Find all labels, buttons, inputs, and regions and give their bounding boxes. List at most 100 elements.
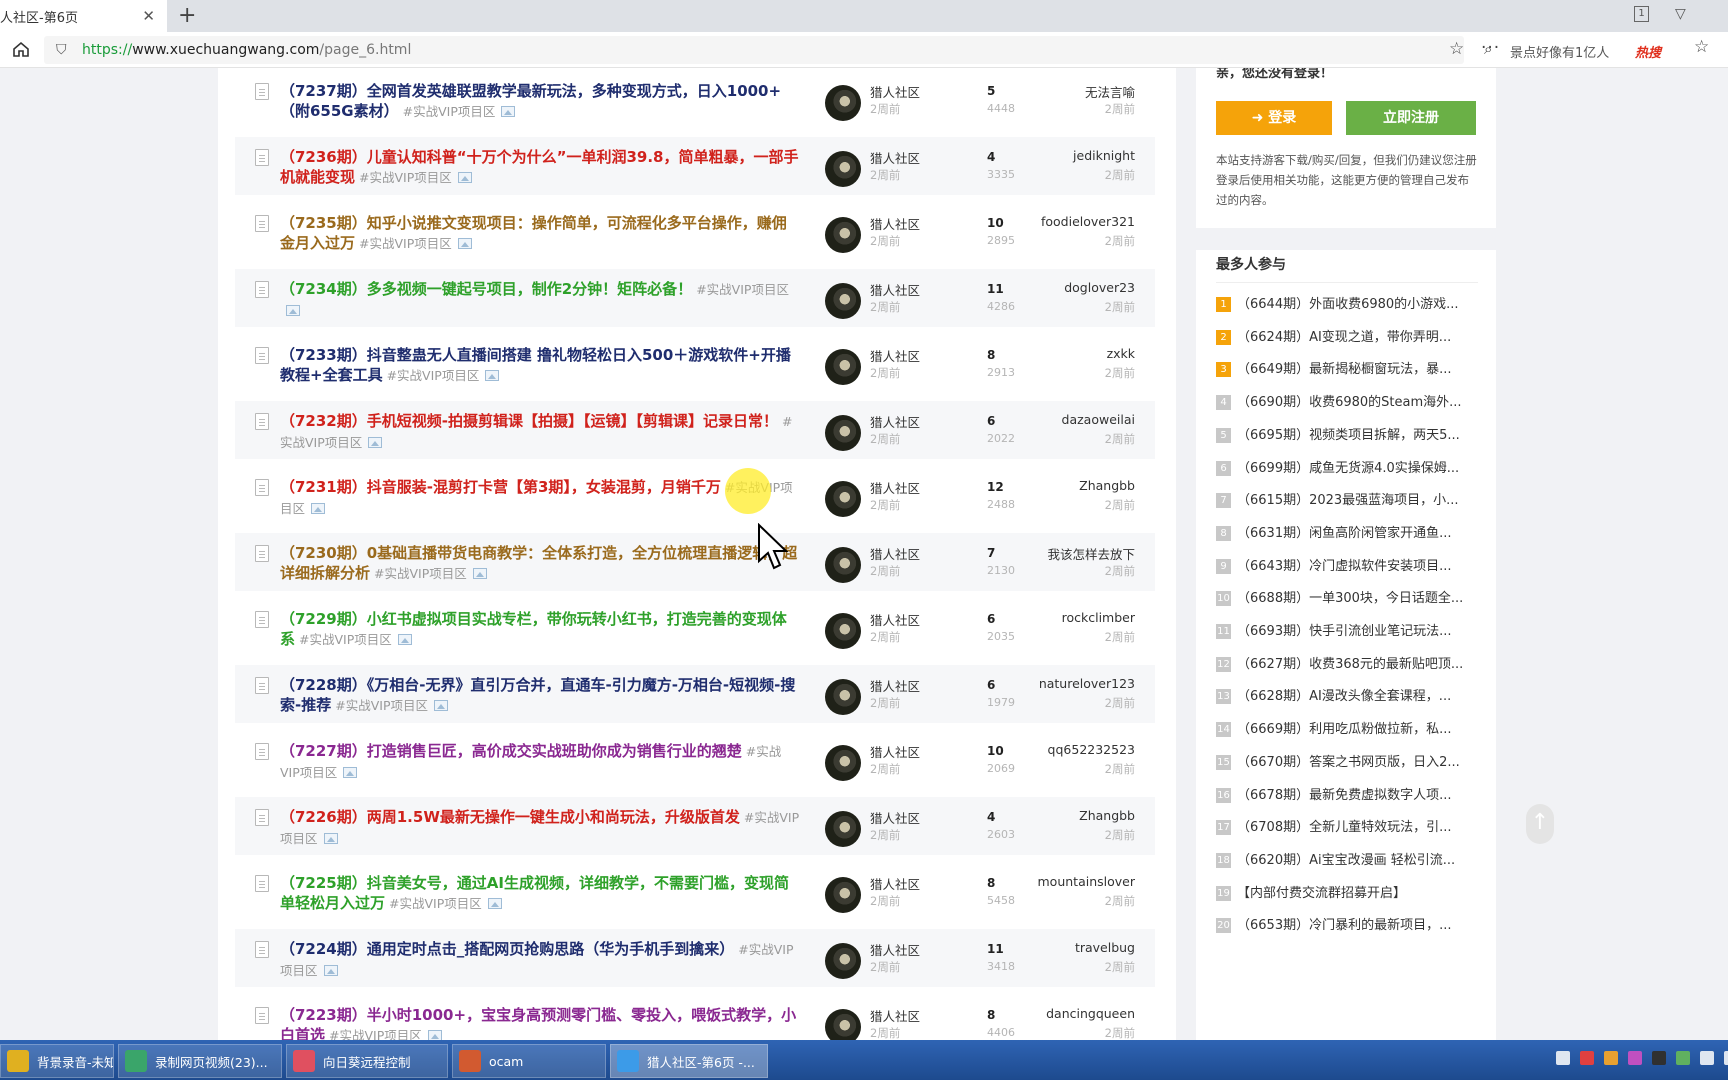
hot-item-title[interactable]: （6708期）全新儿童特效玩法，引... xyxy=(1237,820,1451,835)
hot-list-item[interactable]: 16 （6678期）最新免费虚拟数字人项... xyxy=(1216,784,1478,806)
avatar[interactable] xyxy=(825,415,861,451)
thread-row[interactable]: （7234期）多多视频一键起号项目，制作2分钟！矩阵必备！ #实战VIP项目区 猎人… xyxy=(235,269,1155,327)
thread-title-link[interactable]: （7224期）通用定时点击_搭配网页抢购思路（华为手机手到擒来） xyxy=(280,940,734,958)
thread-category-link[interactable]: #实战VIP项目区 xyxy=(359,236,452,251)
tray-icon[interactable] xyxy=(1556,1051,1570,1065)
hot-list-item[interactable]: 19 【内部付费交流群招募开启】 xyxy=(1216,882,1478,904)
hot-item-title[interactable]: （6631期）闲鱼高阶闲管家开通鱼... xyxy=(1237,526,1451,541)
thread-author[interactable]: 猎人社区 xyxy=(870,874,920,893)
hot-list-item[interactable]: 11 （6693期）快手引流创业笔记玩法... xyxy=(1216,620,1478,642)
close-tab-icon[interactable]: ✕ xyxy=(142,7,155,25)
thread-row[interactable]: （7235期）知乎小说推文变现项目：操作简单，可流程化多平台操作，赚佣金月入过万… xyxy=(235,203,1155,261)
hot-item-title[interactable]: （6693期）快手引流创业笔记玩法... xyxy=(1237,624,1451,639)
thread-row[interactable]: （7228期）《万相台-无界》直引万合并，直通车-引力魔方-万相台-短视频-搜索… xyxy=(235,665,1155,723)
thread-row[interactable]: （7233期）抖音整蛊无人直播间搭建 撸礼物轻松日入500＋游戏软件+开播教程+… xyxy=(235,335,1155,393)
hot-list-item[interactable]: 3 （6649期）最新揭秘橱窗玩法，暴... xyxy=(1216,358,1478,380)
hot-item-title[interactable]: （6690期）收费6980的Steam海外... xyxy=(1237,395,1462,410)
last-reply-user[interactable]: jediknight xyxy=(1073,148,1135,163)
hot-list-item[interactable]: 9 （6643期）冷门虚拟软件安装项目... xyxy=(1216,555,1478,577)
hot-item-title[interactable]: （6620期）Ai宝宝改漫画 轻松引流... xyxy=(1237,853,1455,868)
avatar[interactable] xyxy=(825,745,861,781)
thread-category-link[interactable]: #实战VIP项目区 xyxy=(387,368,480,383)
thread-author[interactable]: 猎人社区 xyxy=(870,1006,920,1025)
thread-row[interactable]: （7224期）通用定时点击_搭配网页抢购思路（华为手机手到擒来） #实战VIP项目… xyxy=(235,929,1155,987)
tab-count-icon[interactable]: 1 xyxy=(1634,6,1649,22)
hot-list-item[interactable]: 17 （6708期）全新儿童特效玩法，引... xyxy=(1216,816,1478,838)
taskbar-button[interactable]: 录制网页视频(23)... xyxy=(118,1044,282,1078)
tray-icon[interactable] xyxy=(1724,1051,1728,1065)
thread-row[interactable]: （7231期）抖音服装-混剪打卡营【第3期】，女装混剪，月销千万#实战VIP项目… xyxy=(235,467,1155,525)
hot-list-item[interactable]: 12 （6627期）收费368元的最新贴吧顶... xyxy=(1216,653,1478,675)
avatar[interactable] xyxy=(825,85,861,121)
thread-row[interactable]: （7223期）半小时1000+，宝宝身高预测零门槛、零投入，喂饭式教学，小白首选… xyxy=(235,995,1155,1040)
thread-row[interactable]: （7230期）0基础直播带货电商教学：全体系打造，全方位梳理直播逻辑，超详细拆解… xyxy=(235,533,1155,591)
login-button[interactable]: ➜ 登录 xyxy=(1216,101,1332,135)
hot-item-title[interactable]: （6669期）利用吃瓜粉做拉新，私... xyxy=(1237,722,1451,737)
tray-icon[interactable] xyxy=(1580,1051,1594,1065)
hot-list-item[interactable]: 5 （6695期）视频类项目拆解，两天5... xyxy=(1216,424,1478,446)
last-reply-user[interactable]: doglover23 xyxy=(1064,280,1135,295)
hot-search-label[interactable]: 热搜 xyxy=(1635,42,1661,61)
last-reply-user[interactable]: Zhangbb xyxy=(1079,478,1135,493)
tray-icon[interactable] xyxy=(1700,1051,1714,1065)
hot-list-item[interactable]: 14 （6669期）利用吃瓜粉做拉新，私... xyxy=(1216,718,1478,740)
taskbar-button[interactable]: 背景录音-未知-酷... xyxy=(0,1044,114,1078)
new-tab-icon[interactable]: + xyxy=(178,3,196,28)
hot-item-title[interactable]: （6678期）最新免费虚拟数字人项... xyxy=(1237,788,1451,803)
browser-search[interactable]: ⌕ 景点好像有1亿人 热搜 xyxy=(1478,36,1698,64)
last-reply-user[interactable]: mountainslover xyxy=(1038,874,1136,889)
hot-list-item[interactable]: 8 （6631期）闲鱼高阶闲管家开通鱼... xyxy=(1216,522,1478,544)
avatar[interactable] xyxy=(825,679,861,715)
hot-item-title[interactable]: （6615期）2023最强蓝海项目，小... xyxy=(1237,493,1459,508)
hot-item-title[interactable]: （6699期）咸鱼无货源4.0实操保姆... xyxy=(1237,461,1459,476)
thread-title-link[interactable]: （7235期）知乎小说推文变现项目：操作简单，可流程化多平台操作，赚佣金月入过万 xyxy=(280,214,787,252)
thread-author[interactable]: 猎人社区 xyxy=(870,82,920,101)
avatar[interactable] xyxy=(825,349,861,385)
taskbar-button[interactable]: 猎人社区-第6页 -... xyxy=(610,1044,768,1078)
browser-tab[interactable]: 人社区-第6页 ✕ xyxy=(0,0,167,32)
hot-list-item[interactable]: 15 （6670期）答案之书网页版，日入2... xyxy=(1216,751,1478,773)
last-reply-user[interactable]: qq652232523 xyxy=(1048,742,1135,757)
thread-category-link[interactable]: #实战VIP项目区 xyxy=(299,632,392,647)
hot-list-item[interactable]: 4 （6690期）收费6980的Steam海外... xyxy=(1216,391,1478,413)
last-reply-user[interactable]: 我该怎样去放下 xyxy=(1047,544,1135,563)
thread-title-link[interactable]: （7237期）全网首发英雄联盟教学最新玩法，多种变现方式，日入1000+（附65… xyxy=(280,82,781,120)
thread-author[interactable]: 猎人社区 xyxy=(870,346,920,365)
avatar[interactable] xyxy=(825,811,861,847)
thread-title-link[interactable]: （7227期）打造销售巨匠，高价成交实战班助你成为销售行业的翘楚 xyxy=(280,742,742,760)
avatar[interactable] xyxy=(825,283,861,319)
thread-title-link[interactable]: （7234期）多多视频一键起号项目，制作2分钟！矩阵必备！ xyxy=(280,280,692,298)
url-field[interactable]: ⛉ https://www.xuechuangwang.com/page_6.h… xyxy=(44,36,1499,64)
thread-title-link[interactable]: （7225期）抖音美女号，通过AI生成视频，详细教学，不需要门槛，变现简单轻松月… xyxy=(280,874,789,912)
last-reply-user[interactable]: 无法言喻 xyxy=(1085,82,1135,101)
thread-author[interactable]: 猎人社区 xyxy=(870,808,920,827)
hot-list-item[interactable]: 20 （6653期）冷门暴利的最新项目，... xyxy=(1216,914,1478,936)
avatar[interactable] xyxy=(825,1009,861,1040)
thread-category-link[interactable]: #实战VIP项目区 xyxy=(329,1028,422,1040)
thread-title-link[interactable]: （7232期）手机短视频-拍摄剪辑课【拍摄】【运镜】【剪辑课】记录日常！ xyxy=(280,412,778,430)
thread-category-link[interactable]: #实战VIP项目区 xyxy=(359,170,452,185)
hot-item-title[interactable]: （6628期）AI漫改头像全套课程，... xyxy=(1237,689,1451,704)
avatar[interactable] xyxy=(825,151,861,187)
hot-list-item[interactable]: 10 （6688期）一单300块，今日话题全... xyxy=(1216,587,1478,609)
bookmark-star-icon[interactable]: ☆ xyxy=(1449,39,1464,59)
thread-row[interactable]: （7227期）打造销售巨匠，高价成交实战班助你成为销售行业的翘楚 #实战VIP项目… xyxy=(235,731,1155,789)
thread-title-link[interactable]: （7233期）抖音整蛊无人直播间搭建 撸礼物轻松日入500＋游戏软件+开播教程+… xyxy=(280,346,791,384)
last-reply-user[interactable]: travelbug xyxy=(1075,940,1135,955)
hot-item-title[interactable]: （6649期）最新揭秘橱窗玩法，暴... xyxy=(1237,362,1451,377)
thread-author[interactable]: 猎人社区 xyxy=(870,940,920,959)
thread-author[interactable]: 猎人社区 xyxy=(870,676,920,695)
last-reply-user[interactable]: Zhangbb xyxy=(1079,808,1135,823)
thread-row[interactable]: （7229期）小红书虚拟项目实战专栏，带你玩转小红书，打造完善的变现体系 #实战V… xyxy=(235,599,1155,657)
hot-list-item[interactable]: 18 （6620期）Ai宝宝改漫画 轻松引流... xyxy=(1216,849,1478,871)
thread-row[interactable]: （7226期）两周1.5W最新无操作一键生成小和尚玩法，升级版首发 #实战VIP项… xyxy=(235,797,1155,855)
hot-item-title[interactable]: （6688期）一单300块，今日话题全... xyxy=(1237,591,1463,606)
tray-icon[interactable] xyxy=(1604,1051,1618,1065)
thread-title-link[interactable]: （7226期）两周1.5W最新无操作一键生成小和尚玩法，升级版首发 xyxy=(280,808,740,826)
thread-author[interactable]: 猎人社区 xyxy=(870,610,920,629)
taskbar-button[interactable]: 向日葵远程控制 xyxy=(286,1044,448,1078)
hot-item-title[interactable]: （6670期）答案之书网页版，日入2... xyxy=(1237,755,1460,770)
thread-author[interactable]: 猎人社区 xyxy=(870,478,920,497)
hot-item-title[interactable]: （6624期）AI变现之道，带你弄明... xyxy=(1237,330,1451,345)
thread-category-link[interactable]: #实战VIP项目区 xyxy=(389,896,482,911)
